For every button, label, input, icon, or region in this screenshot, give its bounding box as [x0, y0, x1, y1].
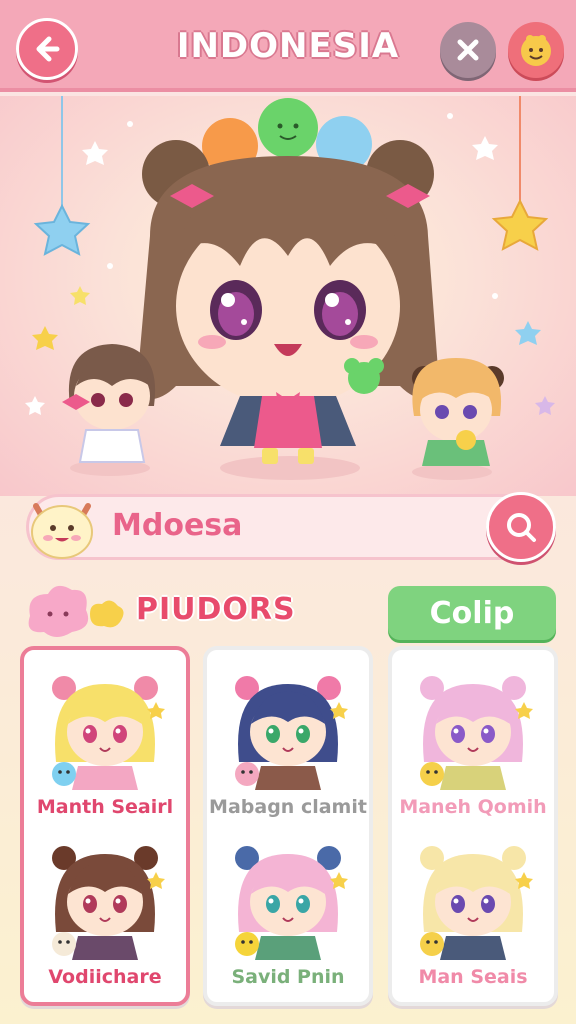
- character-portrait: [52, 846, 165, 960]
- close-button[interactable]: [440, 22, 496, 78]
- character-name: Vodiichare: [48, 966, 162, 988]
- character-name: Savid Pnin: [231, 966, 345, 988]
- search-button[interactable]: [486, 492, 556, 562]
- close-icon: [457, 39, 479, 61]
- smiley-face-icon: [521, 35, 551, 66]
- character-portrait: [235, 846, 348, 960]
- cloud-icon: [28, 585, 124, 637]
- page-title: INDONESIA: [176, 26, 400, 66]
- profile-button[interactable]: [508, 22, 564, 78]
- character-portrait: [420, 846, 533, 960]
- hanging-star-icon: [491, 198, 549, 251]
- character-name: Man Seais: [418, 966, 528, 988]
- character-name: Mabagn clamit: [209, 796, 367, 818]
- hero-scene: [0, 96, 576, 496]
- search-icon: [507, 513, 536, 542]
- character-name: Manth Seairl: [36, 796, 174, 818]
- hanging-star-icon: [33, 203, 91, 256]
- character-portrait: [420, 676, 533, 790]
- search-input[interactable]: Mdoesa: [112, 508, 242, 543]
- search-bar[interactable]: [26, 494, 556, 560]
- character-portrait: [235, 676, 348, 790]
- arrow-left-icon: [36, 36, 60, 62]
- character-card-selected[interactable]: Manth Seairl Vodiichare: [20, 646, 190, 1006]
- character-card[interactable]: Maneh Qomih Man Seais: [388, 646, 558, 1006]
- character-card[interactable]: Mabagn clamit Savid Pnin: [203, 646, 373, 1006]
- character-name: Maneh Qomih: [399, 796, 547, 818]
- hero-illustration: [25, 96, 555, 480]
- mascot-icon: [31, 503, 93, 559]
- back-button[interactable]: [16, 18, 78, 80]
- character-portrait: [52, 676, 165, 790]
- colip-button[interactable]: Colip: [388, 586, 556, 640]
- section-title: PIUDORS: [136, 592, 296, 627]
